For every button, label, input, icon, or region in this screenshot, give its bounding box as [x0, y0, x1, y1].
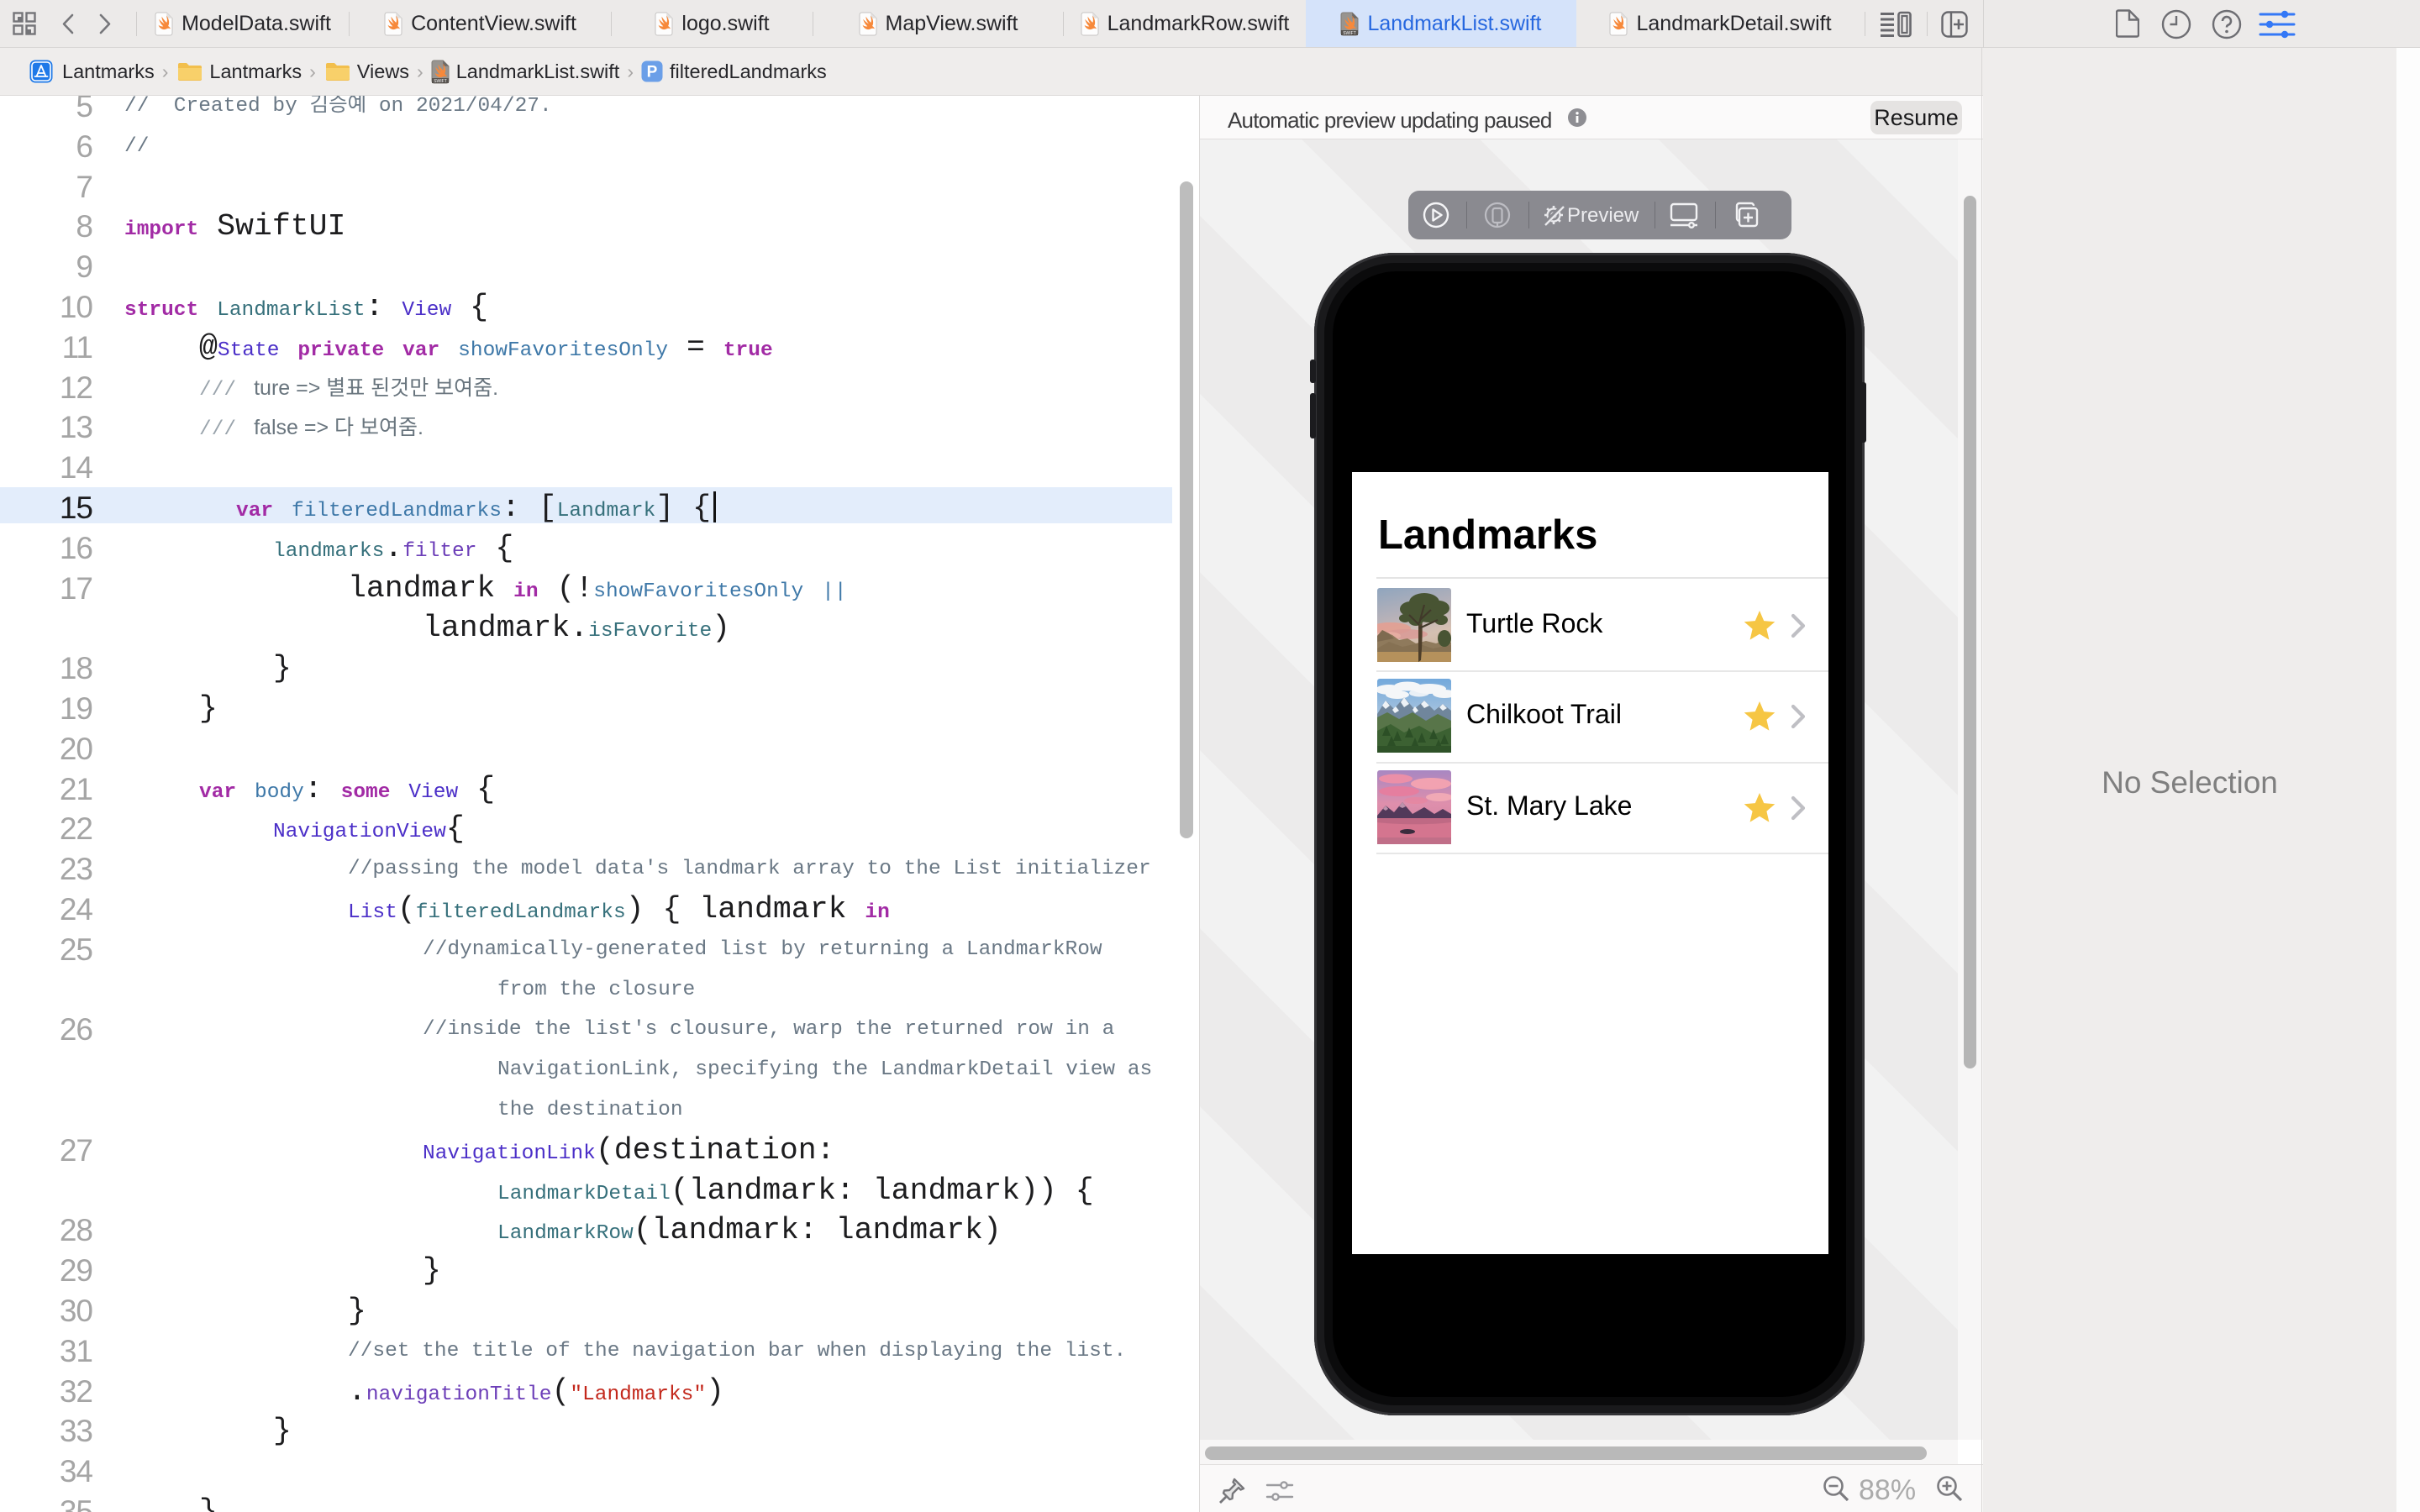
svg-text:P: P [647, 64, 658, 81]
svg-text:SWIFT: SWIFT [1344, 31, 1357, 36]
svg-text:SWIFT: SWIFT [434, 79, 447, 84]
